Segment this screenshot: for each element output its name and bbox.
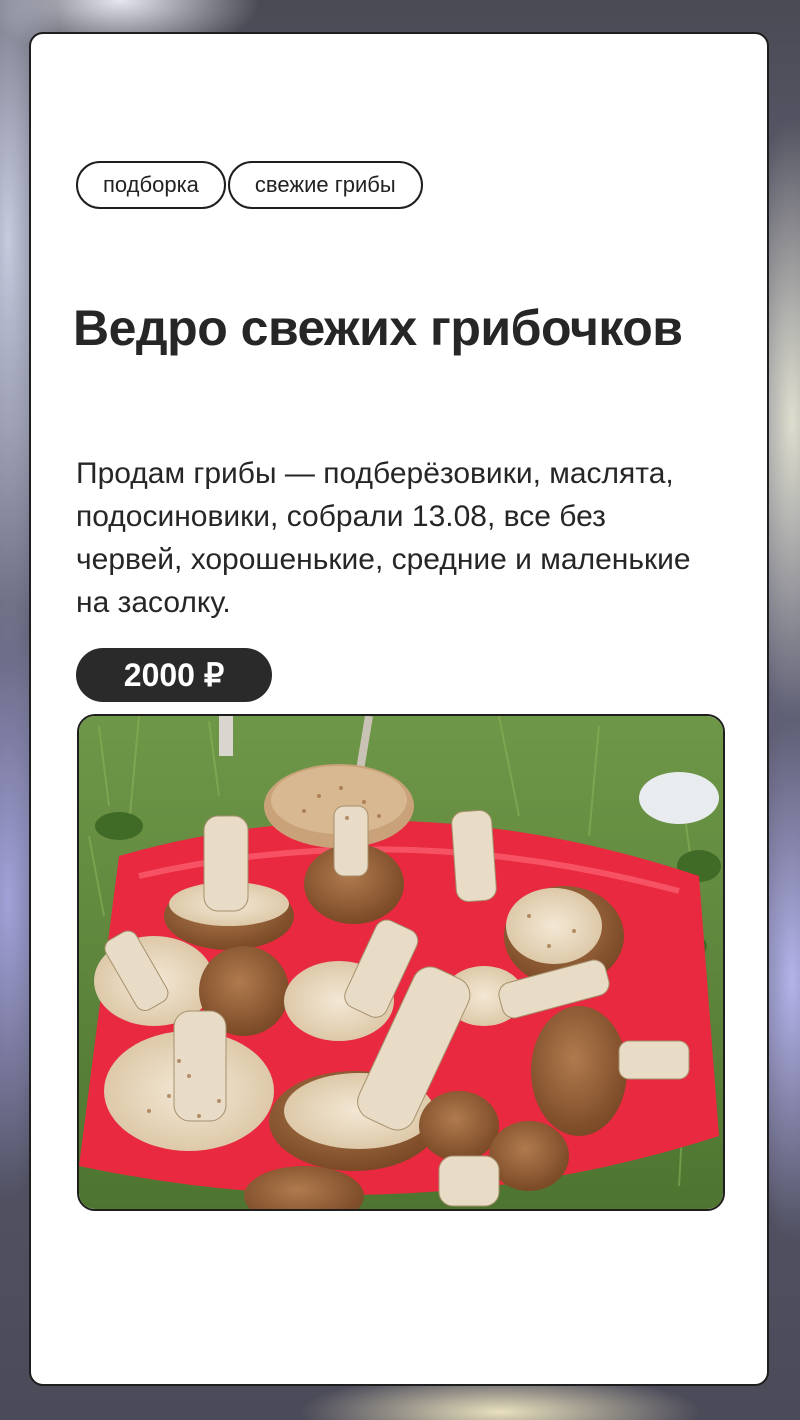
tag-list: подборка свежие грибы — [76, 161, 423, 209]
listing-photo[interactable] — [77, 714, 725, 1211]
listing-description: Продам грибы — подберёзовики, маслята, п… — [76, 457, 691, 619]
listing-card[interactable]: подборка свежие грибы Ведро свежих грибо… — [29, 32, 769, 1386]
tag-collection[interactable]: подборка — [76, 161, 226, 209]
tag-fresh-mushrooms[interactable]: свежие грибы — [227, 161, 423, 209]
listing-title: Ведро свежих грибочков — [73, 300, 683, 356]
mushroom-bucket-image — [79, 716, 723, 1209]
price-badge: 2000 ₽ — [76, 648, 272, 702]
